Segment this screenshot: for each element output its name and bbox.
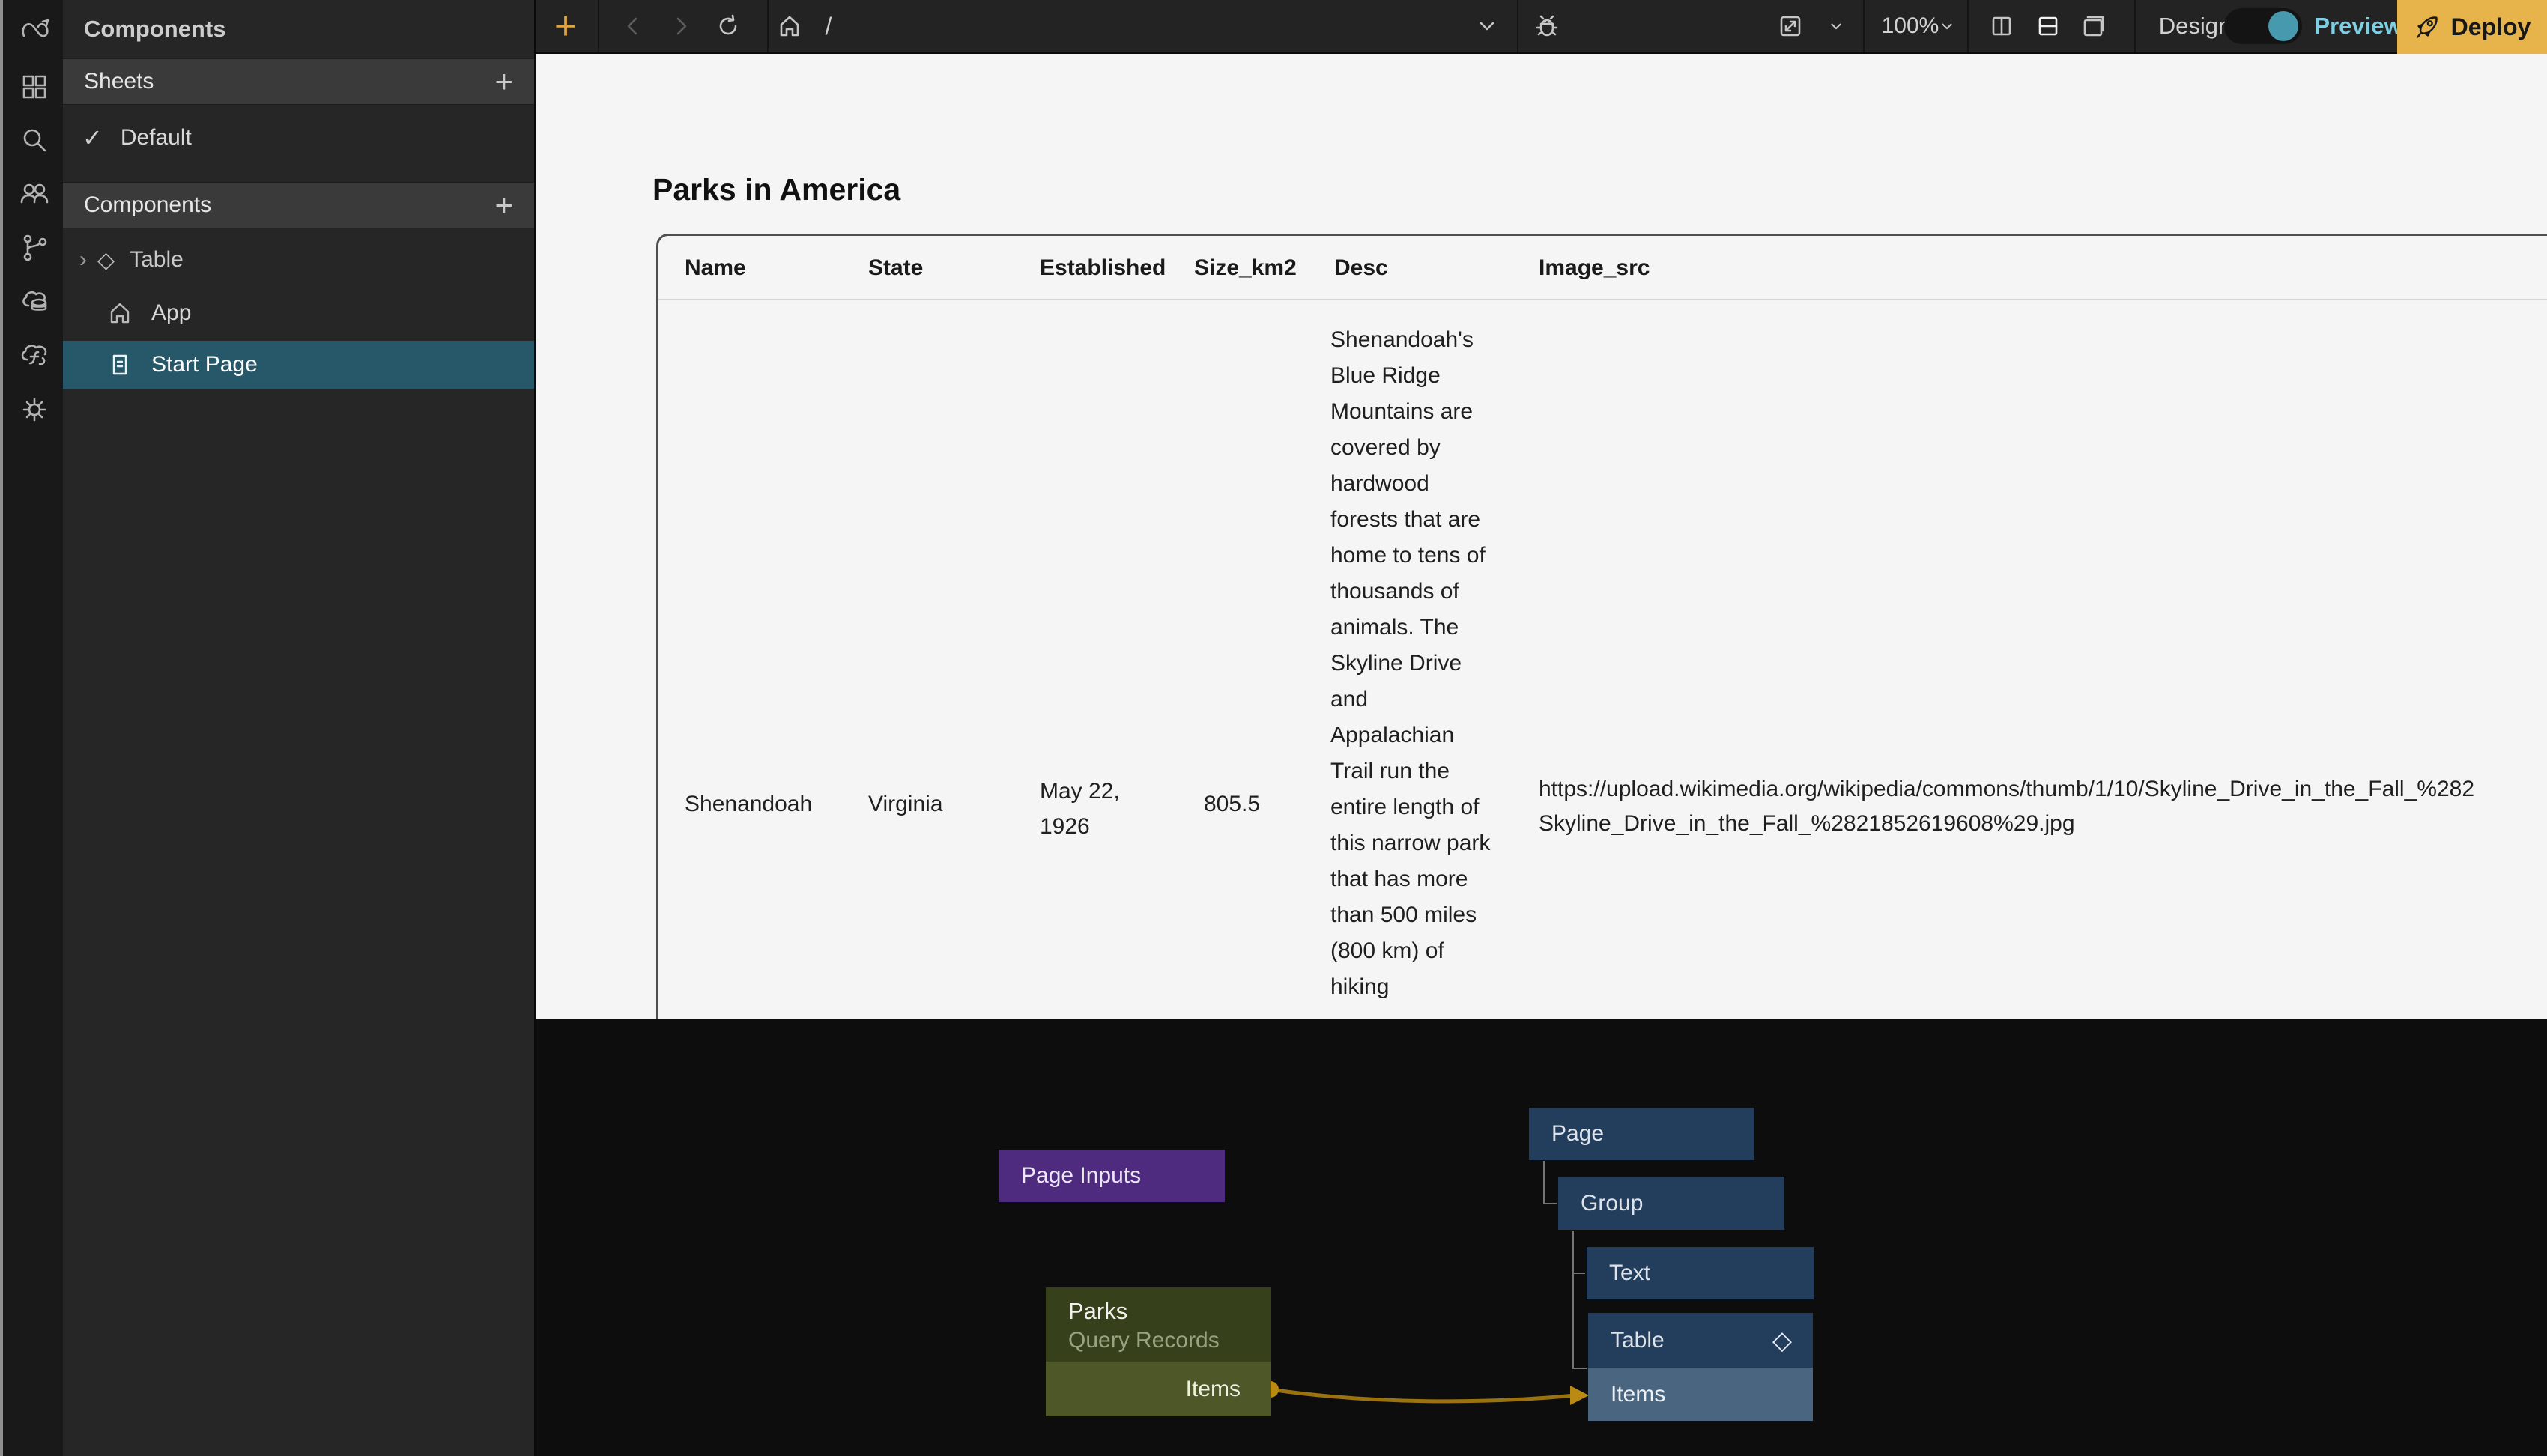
component-item-label: Table xyxy=(130,247,184,273)
node-page-inputs[interactable]: Page Inputs xyxy=(999,1150,1225,1202)
panel-title: Components xyxy=(63,0,534,58)
component-item-app[interactable]: App xyxy=(63,289,534,337)
app-logo-icon[interactable] xyxy=(16,12,52,48)
sheet-item-label: Default xyxy=(121,125,192,151)
column-header: State xyxy=(868,236,923,300)
url-path[interactable]: / xyxy=(814,0,844,52)
data-table: Name State Established Size_km2 Desc Ima… xyxy=(656,234,2547,1019)
cell-desc: Shenandoah's Blue Ridge Mountains are co… xyxy=(1330,322,1494,1005)
sheet-item-default[interactable]: ✓ Default xyxy=(63,114,534,162)
parks-node-header: Parks Query Records xyxy=(1046,1287,1271,1362)
toolbar: + / 100% Design Preview xyxy=(536,0,2547,54)
component-item-label: Start Page xyxy=(151,352,258,377)
page-dropdown-chevron-icon[interactable] xyxy=(1468,0,1506,52)
home-icon xyxy=(105,298,135,328)
document-icon xyxy=(105,350,135,380)
data-icon[interactable] xyxy=(16,283,52,319)
column-header: Image_src xyxy=(1539,236,1650,300)
node-group[interactable]: Group xyxy=(1558,1177,1784,1230)
components-section-label: Components xyxy=(84,192,211,218)
zoom-chevron-icon[interactable] xyxy=(1930,0,1963,52)
add-sheet-button[interactable]: + xyxy=(494,66,513,97)
sheets-section-label: Sheets xyxy=(84,69,154,94)
users-icon[interactable] xyxy=(16,176,52,212)
dashboard-icon[interactable] xyxy=(16,69,52,105)
home-button-icon[interactable] xyxy=(770,0,809,52)
components-section-header[interactable]: Components + xyxy=(63,182,534,228)
viewport-chevron-icon[interactable] xyxy=(1820,0,1853,52)
node-editor[interactable]: Page Inputs Page Group Text Table ◇ Item… xyxy=(536,1019,2547,1456)
diamond-icon: ◇ xyxy=(97,247,115,273)
diamond-icon: ◇ xyxy=(1772,1326,1792,1356)
preview-canvas: Parks in America Name State Established … xyxy=(536,54,2547,1019)
check-icon: ✓ xyxy=(82,124,103,152)
preview-mode-label[interactable]: Preview xyxy=(2310,0,2407,52)
sheets-section-header[interactable]: Sheets + xyxy=(63,58,534,105)
cell-size: 805.5 xyxy=(1204,792,1260,817)
column-header: Size_km2 xyxy=(1194,236,1297,300)
cell-established: May 22, 1926 xyxy=(1040,774,1163,844)
settings-gear-icon[interactable] xyxy=(16,392,52,428)
node-text[interactable]: Text xyxy=(1587,1247,1814,1299)
version-control-icon[interactable] xyxy=(16,230,52,266)
component-item-start-page[interactable]: Start Page xyxy=(63,341,534,389)
nav-forward-icon[interactable] xyxy=(661,0,700,52)
component-item-label: App xyxy=(151,300,191,326)
nav-back-icon[interactable] xyxy=(614,0,652,52)
debug-bug-icon[interactable] xyxy=(1527,0,1566,52)
cell-name: Shenandoah xyxy=(685,792,812,817)
toggle-knob xyxy=(2268,11,2298,41)
icon-rail xyxy=(3,0,63,1456)
expand-chevron-icon[interactable]: › xyxy=(79,247,87,273)
viewport-size-icon[interactable] xyxy=(1771,0,1810,52)
functions-icon[interactable] xyxy=(16,337,52,373)
node-table-items-port[interactable]: Items xyxy=(1588,1368,1813,1421)
component-item-table[interactable]: › ◇ Table xyxy=(63,236,534,284)
connection-wires xyxy=(536,1019,2547,1456)
parks-items-port[interactable]: Items xyxy=(1046,1362,1271,1416)
column-header: Name xyxy=(685,236,746,300)
cell-state: Virginia xyxy=(868,792,943,817)
node-parks-query[interactable]: Parks Query Records Items xyxy=(1046,1287,1271,1416)
add-button[interactable]: + xyxy=(546,0,585,52)
column-header: Desc xyxy=(1334,236,1388,300)
table-header-row: Name State Established Size_km2 Desc Ima… xyxy=(658,236,2547,300)
cell-image-src: https://upload.wikimedia.org/wikipedia/c… xyxy=(1539,772,2474,841)
page-title: Parks in America xyxy=(652,172,900,207)
search-icon[interactable] xyxy=(16,122,52,158)
node-page[interactable]: Page xyxy=(1529,1108,1754,1160)
column-header: Established xyxy=(1040,236,1166,300)
add-component-button[interactable]: + xyxy=(494,189,513,221)
layout-split-rows-icon[interactable] xyxy=(2029,0,2068,52)
node-table[interactable]: Table ◇ xyxy=(1588,1313,1813,1368)
components-panel: Components Sheets + ✓ Default Components… xyxy=(63,0,536,1456)
mode-toggle[interactable] xyxy=(2222,0,2304,52)
reload-icon[interactable] xyxy=(709,0,748,52)
rocket-icon xyxy=(2414,13,2441,40)
layout-split-columns-icon[interactable] xyxy=(1982,0,2021,52)
layout-stacked-icon[interactable] xyxy=(2074,0,2113,52)
deploy-button[interactable]: Deploy xyxy=(2397,0,2547,54)
